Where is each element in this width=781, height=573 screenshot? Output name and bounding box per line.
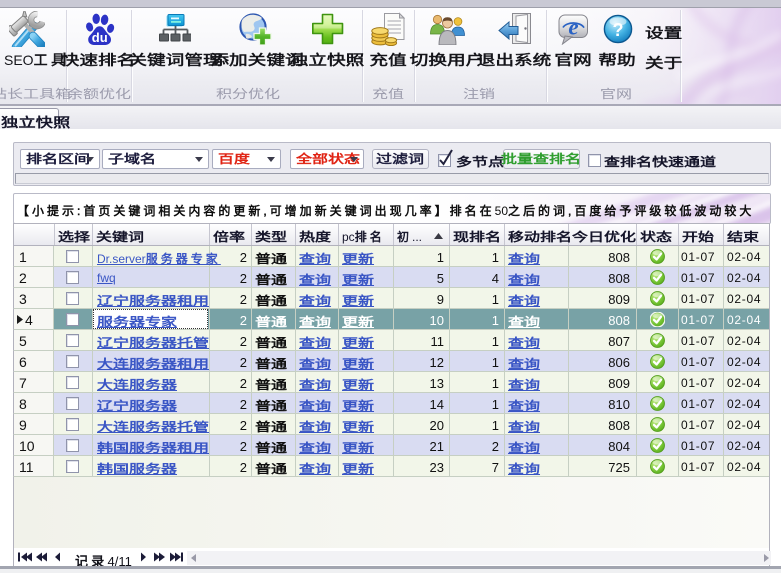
svg-text:?: ? (613, 20, 624, 40)
svg-text:du: du (92, 30, 108, 45)
svg-text:e: e (568, 15, 578, 40)
